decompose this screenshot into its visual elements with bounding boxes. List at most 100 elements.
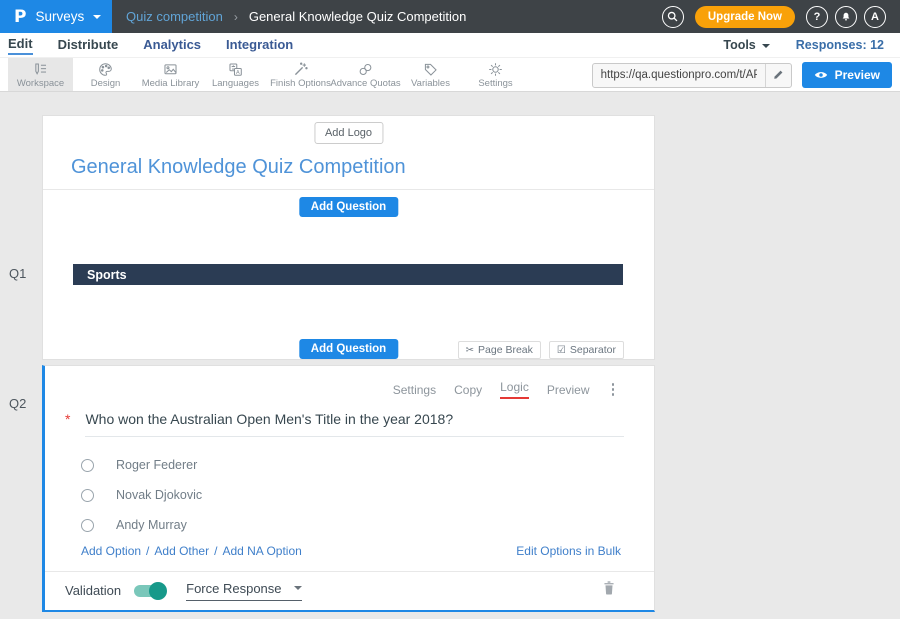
magic-wand-icon [292,61,309,78]
radio-button[interactable] [81,489,94,502]
separator-label: Separator [570,344,616,356]
toolbar-item-label: Finish Options [270,78,331,89]
chevron-down-icon [762,44,770,48]
surveys-menu[interactable]: P Surveys [0,0,112,33]
chevron-down-icon [93,15,101,19]
eye-icon [814,70,828,80]
toolbar-item-label: Media Library [142,78,200,89]
survey-url-box [592,63,792,88]
force-response-dropdown[interactable]: Force Response [186,581,301,601]
product-menu-label: Surveys [35,9,84,24]
question-menu: Settings Copy Logic Preview [393,380,618,399]
separator-box-icon: ☑ [557,345,566,356]
block-header-q1[interactable]: Sports [73,264,623,285]
add-na-option-link[interactable]: Add NA Option [222,544,301,558]
subnav-right: Tools Responses: 12 [723,38,884,52]
help-button[interactable]: ? [806,6,828,28]
question-row: * Who won the Australian Open Men's Titl… [65,411,624,437]
preview-label: Preview [835,68,880,82]
pencil-icon [772,69,784,81]
translate-icon: A [227,61,244,78]
workspace-canvas: Q1 Q2 Add Logo General Knowledge Quiz Co… [0,92,900,619]
toolbar-item-workspace[interactable]: Workspace [8,58,73,91]
option-row: Roger Federer [81,450,624,480]
tools-menu[interactable]: Tools [723,38,769,52]
toolbar-right: Preview [592,62,892,88]
toolbar-item-advance-quotas[interactable]: Advance Quotas [333,58,398,91]
tab-analytics[interactable]: Analytics [143,37,201,54]
toolbar-item-label: Advance Quotas [330,78,400,89]
image-icon [162,61,179,78]
more-options-icon[interactable] [608,381,619,398]
scissors-icon: ✂ [466,345,474,356]
question-logic-link[interactable]: Logic [500,380,529,399]
divider [43,189,654,190]
breadcrumb-separator-icon: › [234,10,238,24]
breadcrumb-parent[interactable]: Quiz competition [126,9,223,24]
edit-url-button[interactable] [765,63,791,88]
option-label[interactable]: Andy Murray [116,518,187,532]
toolbar-item-settings[interactable]: Settings [463,58,528,91]
chain-links-icon [357,61,374,78]
option-label[interactable]: Roger Federer [116,458,197,472]
survey-header-card: Add Logo General Knowledge Quiz Competit… [42,115,655,360]
edit-options-in-bulk-link[interactable]: Edit Options in Bulk [516,544,621,558]
question-copy-link[interactable]: Copy [454,383,482,397]
tools-label: Tools [723,38,755,52]
responses-count[interactable]: Responses: 12 [796,38,884,52]
question-settings-link[interactable]: Settings [393,383,436,397]
toolbar-item-media-library[interactable]: Media Library [138,58,203,91]
notifications-button[interactable] [835,6,857,28]
add-question-button-bottom[interactable]: Add Question [299,339,398,359]
question-card-q2: Settings Copy Logic Preview * Who won th… [42,365,655,612]
toolbar-item-design[interactable]: Design [73,58,138,91]
required-marker: * [65,411,70,437]
survey-title[interactable]: General Knowledge Quiz Competition [71,156,406,179]
question-text[interactable]: Who won the Australian Open Men's Title … [85,411,624,437]
toolbar-item-label: Languages [212,78,259,89]
validation-row: Validation Force Response [45,571,654,610]
search-button[interactable] [662,6,684,28]
add-logo-button[interactable]: Add Logo [314,122,383,144]
preview-button[interactable]: Preview [802,62,892,88]
search-icon [666,10,679,23]
chevron-down-icon [294,586,302,590]
toolbar-item-label: Design [91,78,121,89]
radio-button[interactable] [81,459,94,472]
question-preview-link[interactable]: Preview [547,383,590,397]
validation-label: Validation [65,583,121,598]
palette-icon [97,61,114,78]
breadcrumb-current: General Knowledge Quiz Competition [249,9,467,24]
add-question-button-top[interactable]: Add Question [299,197,398,217]
radio-button[interactable] [81,519,94,532]
upgrade-now-button[interactable]: Upgrade Now [695,6,795,28]
breadcrumb: Quiz competition › General Knowledge Qui… [126,9,466,24]
add-option-link[interactable]: Add Option [81,544,141,558]
svg-text:A: A [236,69,240,75]
option-label[interactable]: Novak Djokovic [116,488,202,502]
survey-nav: Edit Distribute Analytics Integration To… [0,33,900,57]
survey-url-input[interactable] [593,69,765,81]
delete-question-button[interactable] [602,580,616,601]
toolbar-item-label: Variables [411,78,450,89]
question-number-q2: Q2 [9,396,26,411]
option-row: Andy Murray [81,510,624,540]
separator-button[interactable]: ☑ Separator [549,341,624,359]
edit-toolbar: Workspace Design Media Library A Languag… [0,57,900,92]
gear-icon [487,61,504,78]
tab-edit[interactable]: Edit [8,36,33,55]
trash-icon [602,580,616,596]
toolbar-item-label: Settings [478,78,512,89]
page-break-label: Page Break [478,344,533,356]
toolbar-item-variables[interactable]: Variables [398,58,463,91]
toolbar-item-finish-options[interactable]: Finish Options [268,58,333,91]
add-option-links: Add Option / Add Other / Add NA Option [81,544,302,558]
validation-toggle[interactable] [134,585,164,597]
answer-options: Roger Federer Novak Djokovic Andy Murray [81,450,624,540]
toolbar-item-languages[interactable]: A Languages [203,58,268,91]
page-break-button[interactable]: ✂ Page Break [458,341,541,359]
avatar[interactable]: A [864,6,886,28]
tab-distribute[interactable]: Distribute [58,37,119,54]
tab-integration[interactable]: Integration [226,37,293,54]
add-other-link[interactable]: Add Other [154,544,209,558]
